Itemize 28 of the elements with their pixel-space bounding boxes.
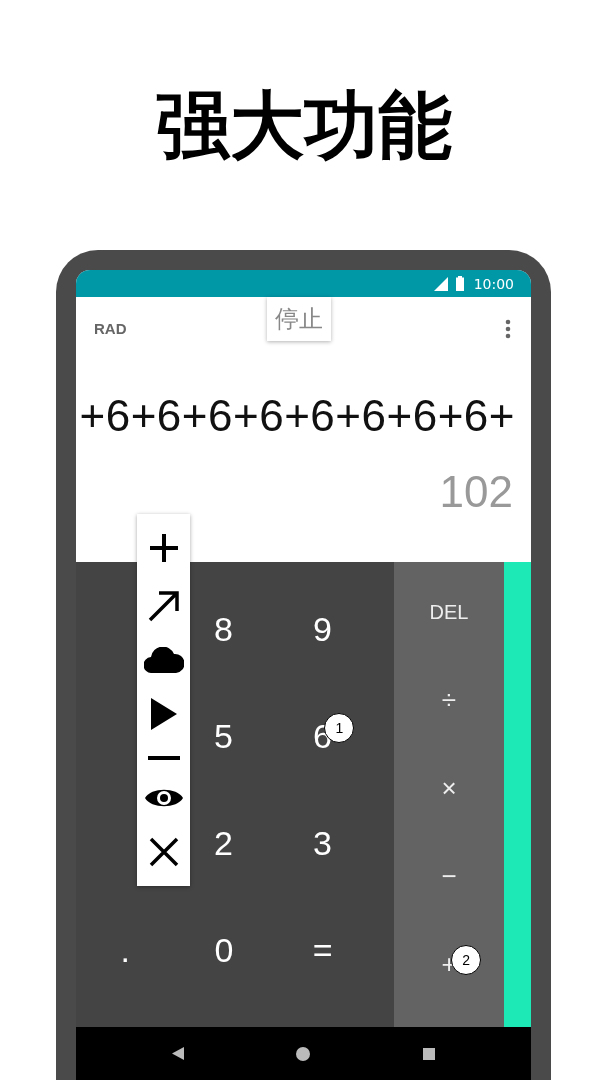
play-icon[interactable] (150, 697, 177, 730)
recents-icon[interactable] (422, 1047, 435, 1060)
minus-icon[interactable] (147, 754, 180, 761)
add-icon[interactable] (147, 532, 180, 565)
headline: 强大功能 (155, 82, 452, 168)
cloud-icon[interactable] (143, 647, 184, 674)
step-badge: 2 (451, 944, 482, 975)
stop-button[interactable]: 停止 (267, 297, 331, 341)
digit-key[interactable]: 3 (273, 790, 372, 897)
battery-icon (455, 276, 464, 291)
result: 102 (438, 467, 514, 517)
back-icon[interactable] (172, 1047, 185, 1060)
expression: +6+6+6+6+6+6+6+6+ (78, 391, 516, 441)
operator-key[interactable]: × (394, 744, 504, 832)
operator-key[interactable]: − (394, 832, 504, 920)
digit-key[interactable]: = (273, 897, 372, 1004)
digit-key[interactable]: 9 (273, 576, 372, 683)
signal-icon (433, 276, 448, 291)
arrow-icon[interactable] (146, 588, 181, 623)
more-menu-icon[interactable] (505, 319, 511, 339)
home-icon[interactable] (296, 1046, 311, 1061)
close-icon[interactable] (147, 835, 180, 868)
digit-key[interactable]: 0 (174, 897, 274, 1004)
digit-key[interactable]: . (76, 897, 175, 1004)
operator-key[interactable]: DEL (394, 568, 504, 656)
status-time: 10:00 (473, 275, 514, 292)
operator-key[interactable]: ÷ (394, 656, 504, 744)
angle-mode[interactable]: RAD (94, 320, 267, 337)
